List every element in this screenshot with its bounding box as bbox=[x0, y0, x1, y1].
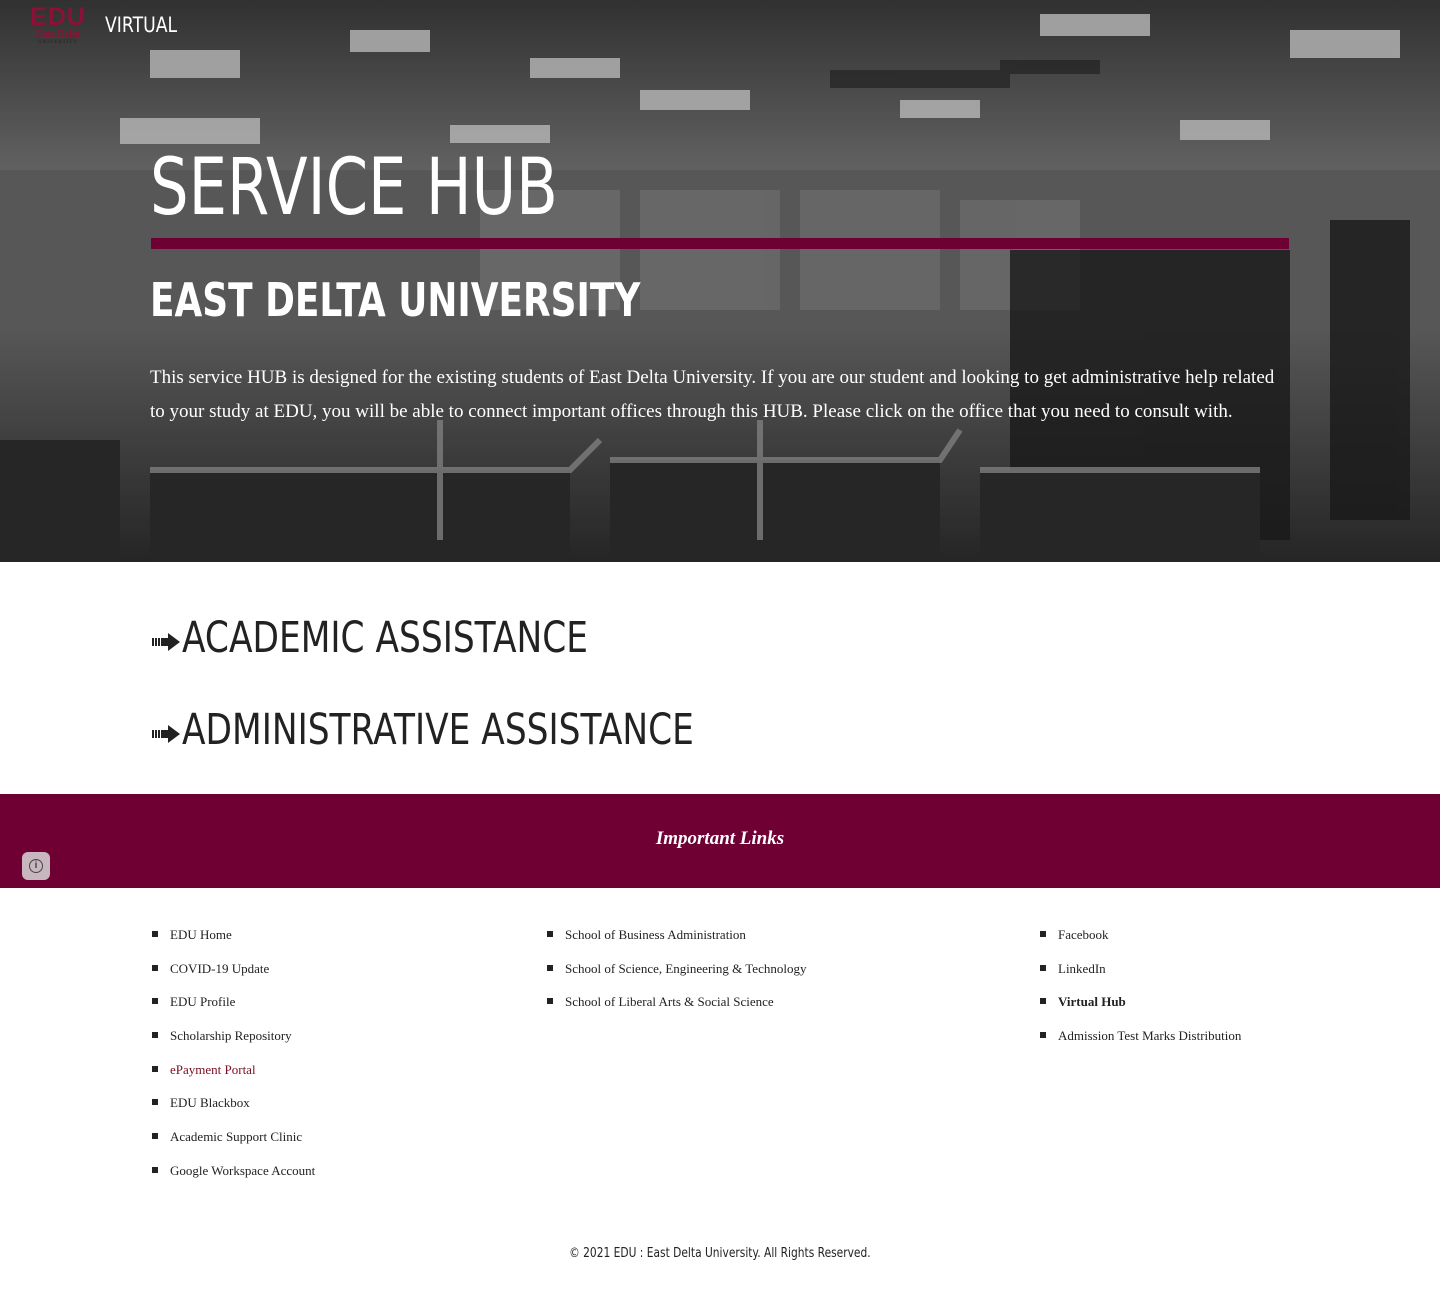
list-item: School of Business Administration bbox=[546, 924, 806, 958]
edu-logo[interactable]: EDU East Delta UNIVERSITY bbox=[26, 4, 90, 50]
link-school-liberal-arts[interactable]: School of Liberal Arts & Social Science bbox=[565, 994, 774, 1009]
link-admission-test-marks[interactable]: Admission Test Marks Distribution bbox=[1058, 1028, 1241, 1043]
list-item: School of Science, Engineering & Technol… bbox=[546, 958, 806, 992]
links-column-general: EDU Home COVID-19 Update EDU Profile Sch… bbox=[151, 924, 315, 1194]
site-info-button[interactable]: i bbox=[22, 852, 50, 880]
links-column-social: Facebook LinkedIn Virtual Hub Admission … bbox=[1039, 924, 1241, 1059]
link-virtual-hub[interactable]: Virtual Hub bbox=[1058, 994, 1126, 1009]
link-edu-profile[interactable]: EDU Profile bbox=[170, 994, 235, 1009]
link-epayment-portal[interactable]: ePayment Portal bbox=[170, 1062, 256, 1077]
arrow-right-icon bbox=[152, 633, 180, 651]
link-academic-support-clinic[interactable]: Academic Support Clinic bbox=[170, 1129, 302, 1144]
link-school-business[interactable]: School of Business Administration bbox=[565, 927, 746, 942]
hero-banner: EDU East Delta UNIVERSITY VIRTUAL SERVIC… bbox=[0, 0, 1440, 562]
link-covid-update[interactable]: COVID-19 Update bbox=[170, 961, 269, 976]
title-divider bbox=[151, 238, 1289, 249]
academic-assistance-link[interactable]: ACADEMIC ASSISTANCE bbox=[151, 612, 690, 664]
top-navigation-bar: EDU East Delta UNIVERSITY VIRTUAL bbox=[0, 0, 1440, 56]
list-item: Academic Support Clinic bbox=[151, 1126, 315, 1160]
list-item: EDU Profile bbox=[151, 991, 315, 1025]
list-item: ePayment Portal bbox=[151, 1059, 315, 1093]
info-icon: i bbox=[29, 859, 43, 873]
page-title: SERVICE HUB bbox=[150, 143, 558, 233]
important-links-title: Important Links bbox=[655, 828, 785, 849]
link-facebook[interactable]: Facebook bbox=[1058, 927, 1109, 942]
academic-assistance-label: ACADEMIC ASSISTANCE bbox=[182, 613, 589, 663]
list-item: EDU Home bbox=[151, 924, 315, 958]
link-scholarship-repository[interactable]: Scholarship Repository bbox=[170, 1028, 292, 1043]
copyright-text: © 2021 EDU : East Delta University. All … bbox=[569, 1246, 871, 1261]
arrow-right-icon bbox=[152, 725, 180, 743]
link-edu-blackbox[interactable]: EDU Blackbox bbox=[170, 1095, 250, 1110]
links-column-schools: School of Business Administration School… bbox=[546, 924, 806, 1025]
site-title[interactable]: VIRTUAL bbox=[105, 13, 177, 37]
link-edu-home[interactable]: EDU Home bbox=[170, 927, 232, 942]
list-item: COVID-19 Update bbox=[151, 958, 315, 992]
link-school-science-engineering[interactable]: School of Science, Engineering & Technol… bbox=[565, 961, 806, 976]
list-item: Virtual Hub bbox=[1039, 991, 1241, 1025]
list-item: Scholarship Repository bbox=[151, 1025, 315, 1059]
list-item: Google Workspace Account bbox=[151, 1160, 315, 1194]
link-linkedin[interactable]: LinkedIn bbox=[1058, 961, 1106, 976]
footer-copyright: © 2021 EDU : East Delta University. All … bbox=[0, 1244, 1440, 1264]
link-google-workspace[interactable]: Google Workspace Account bbox=[170, 1163, 315, 1178]
administrative-assistance-label: ADMINISTRATIVE ASSISTANCE bbox=[182, 705, 694, 755]
university-name: EAST DELTA UNIVERSITY bbox=[150, 273, 641, 327]
list-item: LinkedIn bbox=[1039, 958, 1241, 992]
administrative-assistance-link[interactable]: ADMINISTRATIVE ASSISTANCE bbox=[151, 704, 822, 756]
list-item: Facebook bbox=[1039, 924, 1241, 958]
list-item: EDU Blackbox bbox=[151, 1092, 315, 1126]
list-item: School of Liberal Arts & Social Science bbox=[546, 991, 806, 1025]
hero-description: This service HUB is designed for the exi… bbox=[150, 367, 1275, 422]
list-item: Admission Test Marks Distribution bbox=[1039, 1025, 1241, 1059]
